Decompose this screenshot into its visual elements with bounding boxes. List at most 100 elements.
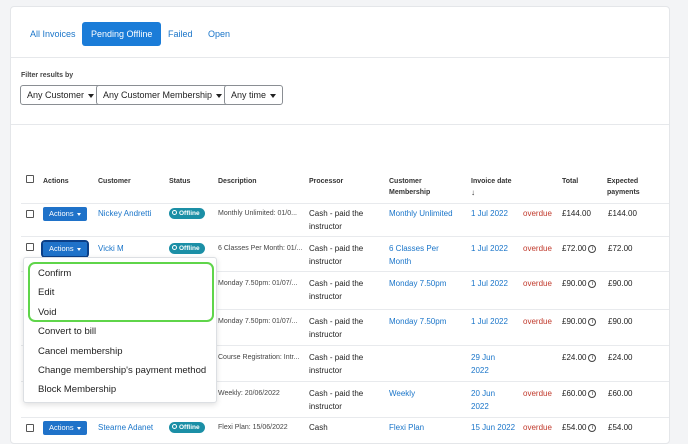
description: Weekly: 20/06/2022 xyxy=(218,390,280,397)
invoice-date-l1: 20 Jun xyxy=(471,389,496,398)
menu-item-cancel-membership[interactable]: Cancel membership xyxy=(38,346,122,357)
customer-link[interactable]: Nickey Andretti xyxy=(98,207,151,220)
processor: Cash - paid the instructor xyxy=(309,277,363,303)
overdue-label: overdue xyxy=(523,279,552,288)
header-expected-l1: Expected xyxy=(607,178,639,185)
menu-item-convert-to-bill[interactable]: Convert to bill xyxy=(38,326,96,337)
processor: Cash xyxy=(309,423,328,432)
invoice-date-link[interactable]: 1 Jul 2022 xyxy=(471,315,508,328)
description: Monday 7.50pm: 01/07/... xyxy=(218,318,298,325)
actions-button-label: Actions xyxy=(49,244,74,253)
row-checkbox[interactable] xyxy=(26,243,34,251)
info-icon[interactable]: i xyxy=(588,423,597,432)
total: £90.00 i xyxy=(562,315,597,328)
description: Flexi Plan: 15/06/2022 xyxy=(218,424,288,431)
membership-link[interactable]: Weekly xyxy=(389,387,415,400)
row-divider xyxy=(21,203,669,204)
processor-l1: Cash - paid the xyxy=(309,317,364,326)
chevron-down-icon xyxy=(76,212,81,216)
customer-link[interactable]: Vicki M xyxy=(98,242,124,255)
membership-link[interactable]: Monday 7.50pm xyxy=(389,277,446,290)
tab-open[interactable]: Open xyxy=(199,22,239,46)
processor: Cash - paid the instructor xyxy=(309,315,363,341)
total-value: £54.00 xyxy=(562,423,587,432)
actions-button[interactable]: Actions xyxy=(41,240,89,258)
status-badge-label: Offline xyxy=(179,424,200,431)
info-icon[interactable]: i xyxy=(588,353,597,362)
tab-all-invoices[interactable]: All Invoices xyxy=(21,22,85,46)
chevron-down-icon xyxy=(88,93,95,98)
expected-payment: £90.00 xyxy=(608,279,633,288)
header-expected-l2: payments xyxy=(607,189,640,196)
time-filter-label: Any time xyxy=(231,90,267,100)
processor-l2: instructor xyxy=(309,402,342,411)
total: £24.00 i xyxy=(562,351,597,364)
header-invoice-date[interactable]: Invoice date ↓ xyxy=(471,176,511,199)
info-icon[interactable]: i xyxy=(588,317,597,326)
customer-filter-dropdown[interactable]: Any Customer xyxy=(20,85,102,105)
info-icon[interactable]: i xyxy=(588,389,597,398)
header-total: Total xyxy=(562,178,579,185)
info-icon[interactable]: i xyxy=(588,279,597,288)
processor-l1: Cash - paid the xyxy=(309,389,364,398)
processor-l2: instructor xyxy=(309,292,342,301)
overdue-label: overdue xyxy=(523,244,552,253)
tab-pending-offline[interactable]: Pending Offline xyxy=(82,22,162,46)
processor-l2: instructor xyxy=(309,366,342,375)
total-value: £24.00 xyxy=(562,353,587,362)
membership-filter-label: Any Customer Membership xyxy=(103,90,213,100)
status-badge-label: Offline xyxy=(179,245,200,252)
total-value: £90.00 xyxy=(562,279,587,288)
description: Monthly Unlimited: 01/0... xyxy=(218,210,297,217)
tab-failed[interactable]: Failed xyxy=(159,22,202,46)
actions-button[interactable]: Actions xyxy=(43,421,87,435)
total: £72.00 i xyxy=(562,242,597,255)
expected-payment: £60.00 xyxy=(608,389,633,398)
membership-link[interactable]: Monday 7.50pm xyxy=(389,315,446,328)
menu-item-block-membership[interactable]: Block Membership xyxy=(38,384,116,395)
expected-payment: £24.00 xyxy=(608,353,633,362)
processor: Cash - paid the instructor xyxy=(309,242,363,268)
invoice-date-link[interactable]: 20 Jun 2022 xyxy=(471,387,495,413)
status-badge: Offline xyxy=(169,243,205,254)
expected-payment: £90.00 xyxy=(608,317,633,326)
row-divider xyxy=(21,417,669,418)
row-checkbox[interactable] xyxy=(26,210,34,218)
customer-link[interactable]: Stearne Adanet xyxy=(98,421,153,434)
header-actions: Actions xyxy=(43,178,69,185)
overdue-label: overdue xyxy=(523,317,552,326)
invoice-date-link[interactable]: 1 Jul 2022 xyxy=(471,277,508,290)
header-expected: Expected payments xyxy=(607,176,640,198)
membership-filter-dropdown[interactable]: Any Customer Membership xyxy=(96,85,230,105)
chevron-down-icon xyxy=(76,247,81,251)
time-filter-dropdown[interactable]: Any time xyxy=(224,85,284,105)
invoice-date-l2: 2022 xyxy=(471,366,489,375)
actions-button[interactable]: Actions xyxy=(43,207,87,221)
status-badge: Offline xyxy=(169,422,205,433)
membership-link[interactable]: Flexi Plan xyxy=(389,421,424,434)
membership-link[interactable]: 6 Classes Per Month xyxy=(389,242,439,268)
expected-payment: £144.00 xyxy=(608,209,637,218)
total: £54.00 i xyxy=(562,421,597,434)
processor-l2: instructor xyxy=(309,222,342,231)
invoice-date-link[interactable]: 1 Jul 2022 xyxy=(471,242,508,255)
invoice-date-link[interactable]: 15 Jun 2022 xyxy=(471,421,515,434)
invoice-tabs: All Invoices Pending Offline Failed Open xyxy=(11,7,669,58)
header-membership[interactable]: Customer Membership xyxy=(389,176,430,198)
status-badge-label: Offline xyxy=(179,210,200,217)
header-customer: Customer xyxy=(98,178,131,185)
total-value: £90.00 xyxy=(562,317,587,326)
processor: Cash - paid the instructor xyxy=(309,351,363,377)
description: Monday 7.50pm: 01/07/... xyxy=(218,280,298,287)
invoice-date-link[interactable]: 29 Jun 2022 xyxy=(471,351,495,377)
header-status: Status xyxy=(169,178,191,185)
chevron-down-icon xyxy=(76,426,81,430)
info-icon[interactable]: i xyxy=(588,244,597,253)
membership-link[interactable]: Monthly Unlimited xyxy=(389,207,453,220)
menu-item-change-payment-method[interactable]: Change membership's payment method xyxy=(38,365,206,376)
membership-l1: 6 Classes Per xyxy=(389,244,439,253)
row-checkbox[interactable] xyxy=(26,424,34,432)
actions-button-label: Actions xyxy=(49,423,74,432)
invoice-date-link[interactable]: 1 Jul 2022 xyxy=(471,207,508,220)
select-all-checkbox[interactable] xyxy=(26,175,34,183)
